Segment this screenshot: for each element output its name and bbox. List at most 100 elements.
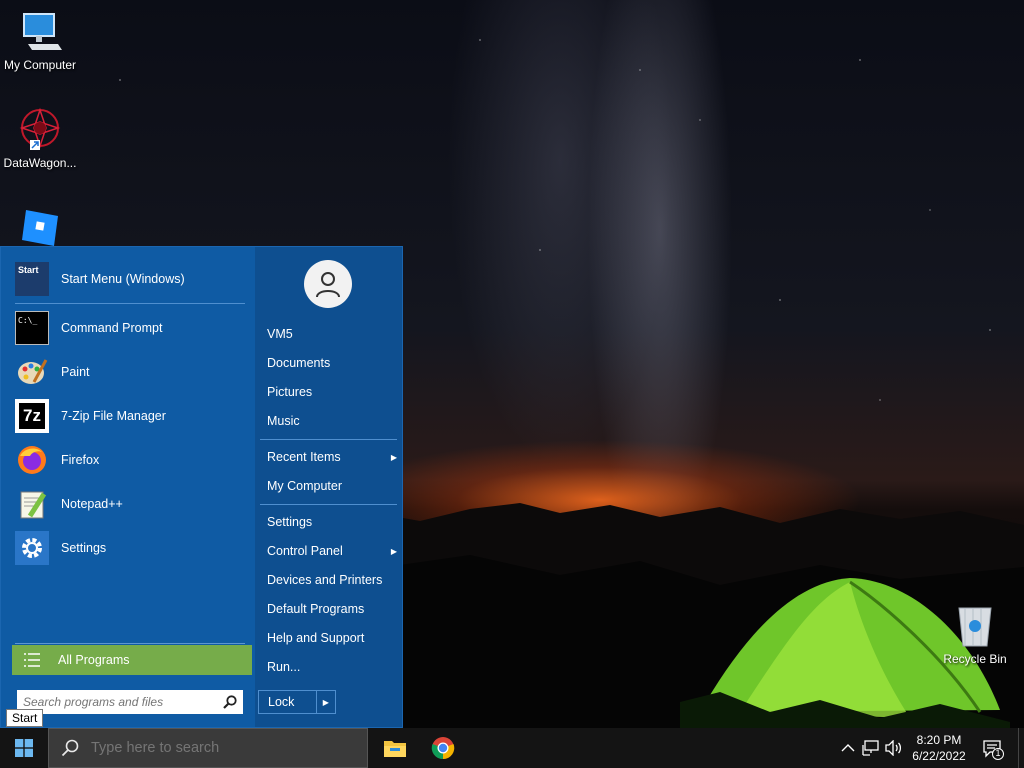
places-item-label: Default Programs xyxy=(267,602,365,616)
places-item-recent-items[interactable]: Recent Items ▶ xyxy=(267,446,397,468)
start-search-box[interactable] xyxy=(17,690,243,714)
places-item-label: Devices and Printers xyxy=(267,573,383,587)
command-prompt-icon: C:\_ xyxy=(15,311,49,345)
places-item-documents[interactable]: Documents xyxy=(267,352,397,374)
places-item-label: VM5 xyxy=(267,327,293,341)
places-item-devices-printers[interactable]: Devices and Printers xyxy=(267,569,397,591)
places-item-pictures[interactable]: Pictures xyxy=(267,381,397,403)
desktop-icon-label: My Computer xyxy=(3,58,77,72)
start-item-label: Command Prompt xyxy=(61,321,163,335)
firefox-icon xyxy=(15,443,49,477)
all-programs-button[interactable]: All Programs xyxy=(12,645,252,675)
start-menu-app-icon-text: Start xyxy=(18,265,39,275)
places-item-label: Run... xyxy=(267,660,301,674)
windows-logo-icon xyxy=(15,739,33,757)
start-item-label: Paint xyxy=(61,365,90,379)
desktop-icon-datawagon[interactable]: DataWagon... xyxy=(0,106,80,170)
lock-options-arrow-icon[interactable]: ▶ xyxy=(315,691,335,713)
search-icon[interactable] xyxy=(223,695,237,709)
start-item-label: Start Menu (Windows) xyxy=(61,272,185,286)
taskbar: 8:20 PM 6/22/2022 1 xyxy=(0,728,1024,768)
places-separator xyxy=(260,439,397,440)
search-icon xyxy=(61,739,79,757)
command-prompt-icon-text: C:\_ xyxy=(18,316,38,325)
tray-clock[interactable]: 8:20 PM 6/22/2022 xyxy=(906,732,972,764)
start-item-label: Settings xyxy=(61,541,107,555)
start-item-label: Notepad++ xyxy=(61,497,123,511)
chevron-up-icon xyxy=(841,744,855,752)
start-item-settings[interactable]: Settings xyxy=(15,529,247,567)
lock-button-group: Lock ▶ xyxy=(258,690,336,714)
chrome-icon xyxy=(431,737,455,760)
places-item-label: Recent Items xyxy=(267,450,341,464)
start-item-command-prompt[interactable]: C:\_ Command Prompt xyxy=(15,309,247,347)
desktop-icon-recycle-bin[interactable]: Recycle Bin xyxy=(935,602,1015,666)
places-item-label: My Computer xyxy=(267,479,343,493)
desktop-icon-my-computer[interactable]: My Computer xyxy=(0,8,80,72)
submenu-arrow-icon: ▶ xyxy=(390,452,397,462)
places-item-label: Settings xyxy=(267,515,313,529)
start-menu-app-icon: Start xyxy=(15,262,49,296)
clock-date: 6/22/2022 xyxy=(912,749,966,763)
user-icon xyxy=(316,272,340,298)
places-item-vm5[interactable]: VM5 xyxy=(267,323,397,345)
places-item-label: Music xyxy=(267,414,300,428)
places-item-music[interactable]: Music xyxy=(267,410,397,432)
paint-palette-icon xyxy=(15,355,49,389)
datawagon-icon xyxy=(19,107,61,150)
list-icon xyxy=(24,653,40,667)
taskbar-search-box[interactable] xyxy=(48,728,368,768)
start-item-start-menu-windows[interactable]: Start Start Menu (Windows) xyxy=(15,260,247,298)
places-item-label: Pictures xyxy=(267,385,313,399)
all-programs-label: All Programs xyxy=(58,653,130,667)
start-item-notepad-plus-plus[interactable]: Notepad++ xyxy=(15,485,247,523)
start-item-label: 7-Zip File Manager xyxy=(61,409,166,423)
places-item-run[interactable]: Run... xyxy=(267,656,397,678)
desktop-icon-label: DataWagon... xyxy=(3,156,77,170)
places-item-default-programs[interactable]: Default Programs xyxy=(267,598,397,620)
folder-icon xyxy=(384,741,406,757)
start-menu-separator xyxy=(15,303,245,304)
start-item-label: Firefox xyxy=(61,453,100,467)
tray-volume[interactable] xyxy=(884,738,904,758)
start-button[interactable] xyxy=(0,728,48,768)
taskbar-app-chrome[interactable] xyxy=(419,728,467,768)
places-item-control-panel[interactable]: Control Panel ▶ xyxy=(267,540,397,562)
start-tooltip: Start xyxy=(6,709,44,727)
start-item-paint[interactable]: Paint xyxy=(15,353,247,391)
show-desktop-button[interactable] xyxy=(1018,728,1024,768)
start-item-firefox[interactable]: Firefox xyxy=(15,441,247,479)
gear-icon xyxy=(15,531,49,565)
taskbar-search-input[interactable] xyxy=(91,740,351,756)
places-item-label: Documents xyxy=(267,356,331,370)
monitor-icon xyxy=(23,13,62,50)
user-avatar[interactable] xyxy=(304,260,352,308)
network-icon xyxy=(862,740,879,756)
notepad-plus-plus-icon xyxy=(15,487,49,521)
start-menu-programs-pane: Start Start Menu (Windows) C:\_ Command … xyxy=(1,247,255,727)
taskbar-app-file-explorer[interactable] xyxy=(371,728,419,768)
places-item-my-computer[interactable]: My Computer xyxy=(267,475,397,497)
lock-button[interactable]: Lock xyxy=(259,695,316,709)
places-item-label: Control Panel xyxy=(267,544,343,558)
start-menu[interactable]: Start Start Menu (Windows) C:\_ Command … xyxy=(0,246,403,728)
tray-network[interactable] xyxy=(861,738,881,758)
places-separator xyxy=(260,504,397,505)
places-item-settings[interactable]: Settings xyxy=(267,511,397,533)
notification-count-badge: 1 xyxy=(995,748,1001,758)
start-item-7zip[interactable]: 7z 7-Zip File Manager xyxy=(15,397,247,435)
recycle-bin-icon xyxy=(958,607,992,647)
start-search-input[interactable] xyxy=(23,695,215,709)
submenu-arrow-icon: ▶ xyxy=(390,546,397,556)
start-menu-separator xyxy=(15,643,245,644)
start-menu-places-pane: VM5 Documents Pictures Music Recent Item… xyxy=(256,247,403,727)
7zip-icon-text: 7z xyxy=(23,406,41,425)
tray-show-hidden-icons[interactable] xyxy=(838,738,858,758)
action-center-button[interactable]: 1 xyxy=(982,738,1004,760)
places-item-help-support[interactable]: Help and Support xyxy=(267,627,397,649)
speaker-icon xyxy=(885,740,902,756)
7zip-icon: 7z xyxy=(15,399,49,433)
desktop-icon-label: Recycle Bin xyxy=(943,652,1007,666)
places-item-label: Help and Support xyxy=(267,631,365,645)
clock-time: 8:20 PM xyxy=(916,733,962,747)
